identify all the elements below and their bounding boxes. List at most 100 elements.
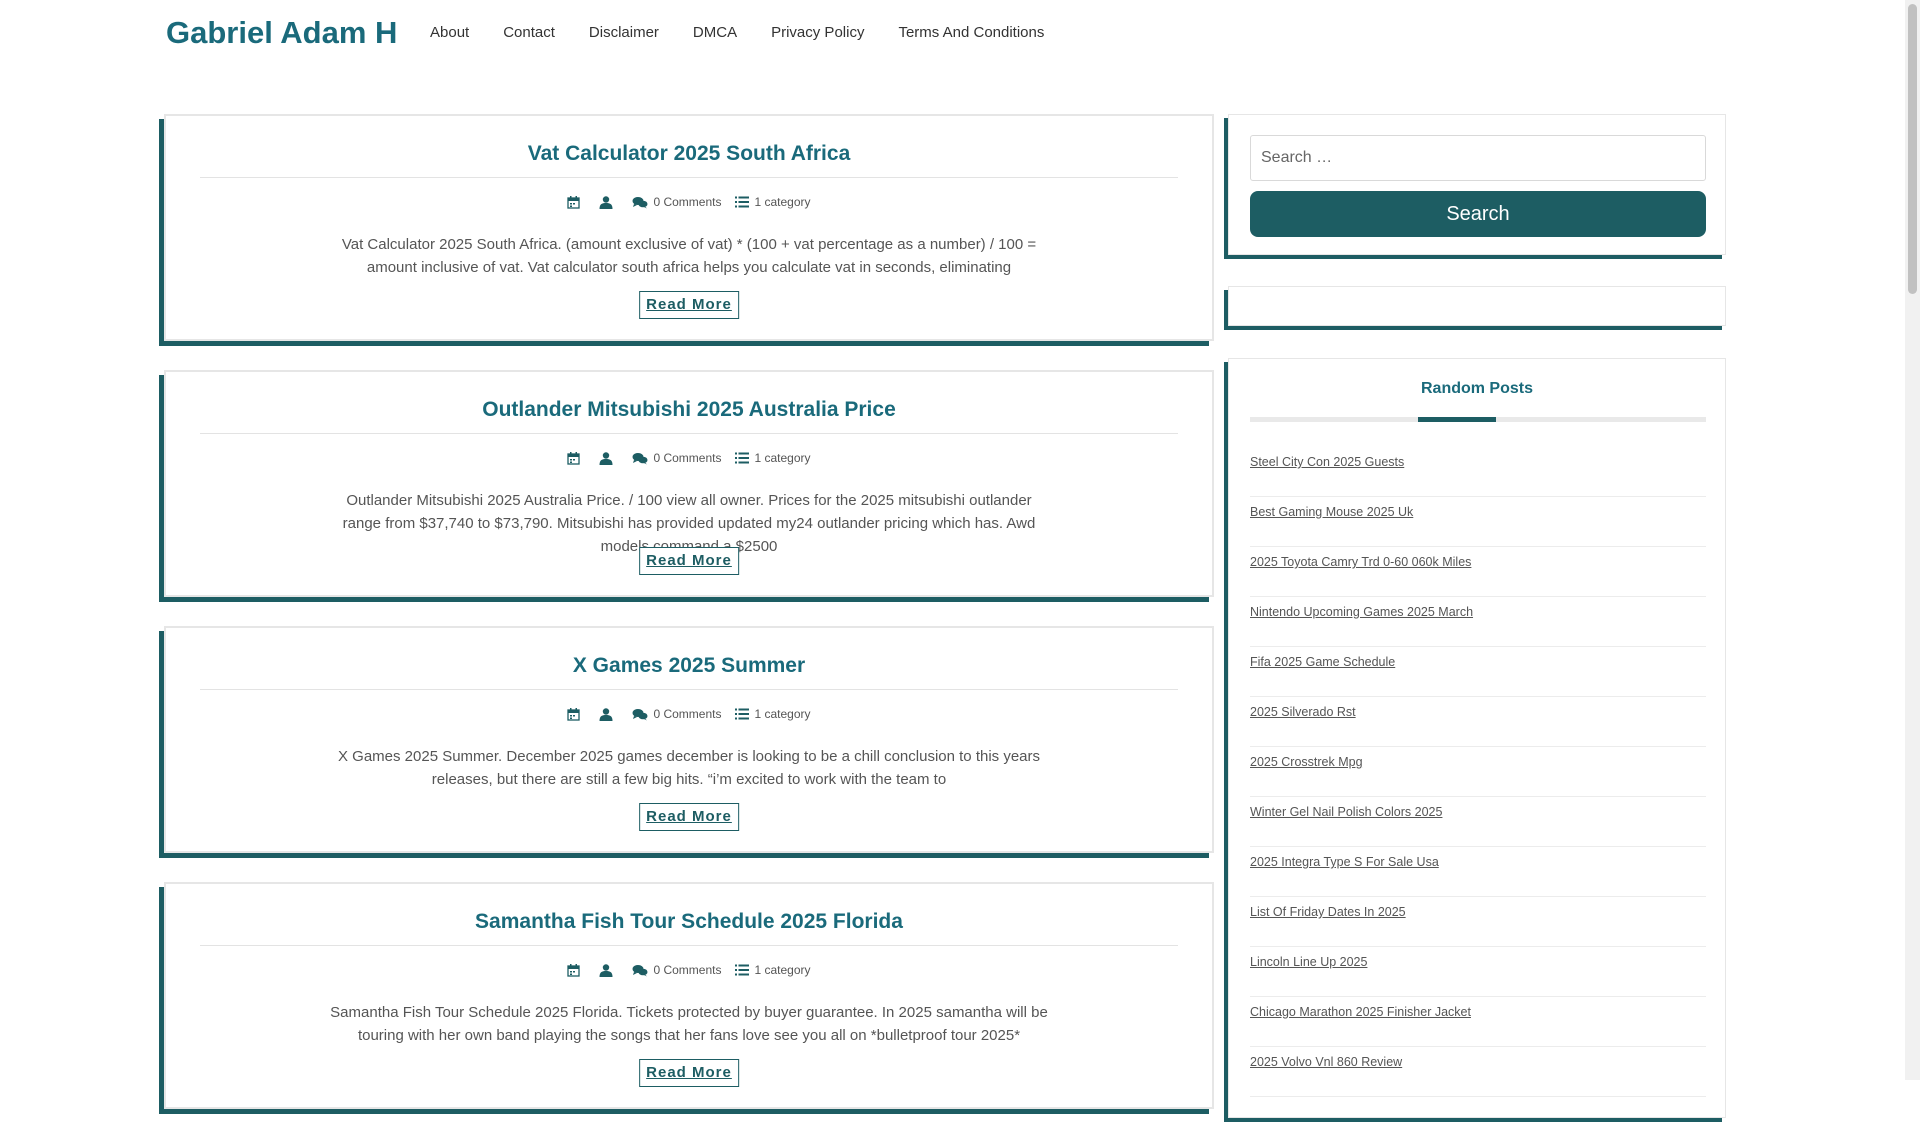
category-label: 1 category: [754, 195, 811, 209]
read-more-button[interactable]: Read More: [639, 1059, 739, 1087]
post-card: Samantha Fish Tour Schedule 2025 Florida…: [164, 882, 1214, 1109]
list-item: 2025 Volvo Vnl 860 Review: [1250, 1047, 1706, 1097]
post-title[interactable]: Outlander Mitsubishi 2025 Australia Pric…: [198, 396, 1180, 424]
list-item: Steel City Con 2025 Guests: [1250, 447, 1706, 497]
random-posts-widget: Random Posts Steel City Con 2025 Guests …: [1228, 358, 1726, 1118]
post-title[interactable]: X Games 2025 Summer: [198, 652, 1180, 680]
user-icon: [599, 451, 613, 465]
random-post-link[interactable]: 2025 Integra Type S For Sale Usa: [1250, 847, 1706, 871]
nav-dmca[interactable]: DMCA: [693, 22, 737, 44]
read-more-button[interactable]: Read More: [639, 291, 739, 319]
list-item: List Of Friday Dates In 2025: [1250, 897, 1706, 947]
post-title[interactable]: Vat Calculator 2025 South Africa: [198, 140, 1180, 168]
post-meta: 0 Comments 1 category: [166, 451, 1212, 465]
random-post-link[interactable]: Winter Gel Nail Polish Colors 2025: [1250, 797, 1706, 821]
list-item: 2025 Integra Type S For Sale Usa: [1250, 847, 1706, 897]
main-nav: About Contact Disclaimer DMCA Privacy Po…: [430, 22, 1078, 44]
comments-count: 0 Comments: [653, 707, 722, 721]
post-comments[interactable]: 0 Comments: [632, 707, 721, 721]
comments-icon: [632, 452, 648, 464]
comments-icon: [632, 196, 648, 208]
list-item: 2025 Toyota Camry Trd 0-60 060k Miles: [1250, 547, 1706, 597]
nav-terms-and-conditions[interactable]: Terms And Conditions: [898, 22, 1044, 44]
post-author[interactable]: [599, 451, 618, 465]
post-category[interactable]: 1 category: [735, 963, 811, 977]
list-item: Winter Gel Nail Polish Colors 2025: [1250, 797, 1706, 847]
post-comments[interactable]: 0 Comments: [632, 195, 721, 209]
comments-icon: [632, 964, 648, 976]
post-list: Vat Calculator 2025 South Africa 0 Comme…: [164, 114, 1214, 1138]
random-post-link[interactable]: 2025 Volvo Vnl 860 Review: [1250, 1047, 1706, 1071]
random-post-link[interactable]: Best Gaming Mouse 2025 Uk: [1250, 497, 1706, 521]
list-icon: [735, 196, 750, 208]
list-icon: [735, 964, 750, 976]
list-item: Lincoln Line Up 2025: [1250, 947, 1706, 997]
random-post-link[interactable]: Nintendo Upcoming Games 2025 March: [1250, 597, 1706, 621]
random-post-link[interactable]: Lincoln Line Up 2025: [1250, 947, 1706, 971]
search-button[interactable]: Search: [1250, 191, 1706, 237]
list-icon: [735, 708, 750, 720]
search-widget: Search: [1228, 114, 1726, 255]
read-more-button[interactable]: Read More: [639, 547, 739, 575]
random-post-link[interactable]: Steel City Con 2025 Guests: [1250, 447, 1706, 471]
post-category[interactable]: 1 category: [735, 195, 811, 209]
post-meta: 0 Comments 1 category: [166, 195, 1212, 209]
scrollbar-thumb[interactable]: [1908, 4, 1917, 294]
post-comments[interactable]: 0 Comments: [632, 963, 721, 977]
list-item: 2025 Silverado Rst: [1250, 697, 1706, 747]
post-comments[interactable]: 0 Comments: [632, 451, 721, 465]
post-divider: [200, 433, 1178, 434]
calendar-icon: [567, 963, 581, 977]
post-card: Vat Calculator 2025 South Africa 0 Comme…: [164, 114, 1214, 341]
random-posts-list: Steel City Con 2025 Guests Best Gaming M…: [1250, 447, 1706, 1097]
post-author[interactable]: [599, 707, 618, 721]
list-icon: [735, 452, 750, 464]
calendar-icon: [567, 451, 581, 465]
site-title[interactable]: Gabriel Adam H: [166, 14, 397, 52]
site-header: Gabriel Adam H About Contact Disclaimer …: [0, 0, 1905, 66]
nav-contact[interactable]: Contact: [503, 22, 555, 44]
empty-widget: [1228, 286, 1726, 326]
comments-count: 0 Comments: [653, 451, 722, 465]
post-category[interactable]: 1 category: [735, 451, 811, 465]
post-date[interactable]: [567, 195, 585, 209]
category-label: 1 category: [754, 707, 811, 721]
random-post-link[interactable]: Fifa 2025 Game Schedule: [1250, 647, 1706, 671]
post-title[interactable]: Samantha Fish Tour Schedule 2025 Florida: [198, 908, 1180, 936]
post-divider: [200, 177, 1178, 178]
list-item: 2025 Crosstrek Mpg: [1250, 747, 1706, 797]
user-icon: [599, 195, 613, 209]
comments-count: 0 Comments: [653, 963, 722, 977]
page-scrollbar[interactable]: [1905, 0, 1920, 1080]
random-post-link[interactable]: 2025 Crosstrek Mpg: [1250, 747, 1706, 771]
list-item: Nintendo Upcoming Games 2025 March: [1250, 597, 1706, 647]
title-underline-accent: [1418, 417, 1496, 422]
nav-disclaimer[interactable]: Disclaimer: [589, 22, 659, 44]
search-input[interactable]: [1250, 135, 1706, 181]
read-more-button[interactable]: Read More: [639, 803, 739, 831]
post-author[interactable]: [599, 963, 618, 977]
post-card: Outlander Mitsubishi 2025 Australia Pric…: [164, 370, 1214, 597]
comments-count: 0 Comments: [653, 195, 722, 209]
list-item: Fifa 2025 Game Schedule: [1250, 647, 1706, 697]
nav-about[interactable]: About: [430, 22, 469, 44]
random-posts-title: Random Posts: [1420, 380, 1533, 397]
random-post-link[interactable]: 2025 Toyota Camry Trd 0-60 060k Miles: [1250, 547, 1706, 571]
random-post-link[interactable]: Chicago Marathon 2025 Finisher Jacket: [1250, 997, 1706, 1021]
post-date[interactable]: [567, 451, 585, 465]
post-author[interactable]: [599, 195, 618, 209]
post-excerpt: X Games 2025 Summer. December 2025 games…: [337, 748, 1041, 788]
post-excerpt: Vat Calculator 2025 South Africa. (amoun…: [341, 236, 1037, 276]
calendar-icon: [567, 707, 581, 721]
post-excerpt: Samantha Fish Tour Schedule 2025 Florida…: [330, 1004, 1048, 1044]
sidebar: Search Random Posts Steel City Con 2025 …: [1228, 114, 1726, 1118]
random-post-link[interactable]: 2025 Silverado Rst: [1250, 697, 1706, 721]
post-category[interactable]: 1 category: [735, 707, 811, 721]
random-post-link[interactable]: List Of Friday Dates In 2025: [1250, 897, 1706, 921]
user-icon: [599, 707, 613, 721]
nav-privacy-policy[interactable]: Privacy Policy: [771, 22, 864, 44]
post-date[interactable]: [567, 963, 585, 977]
post-date[interactable]: [567, 707, 585, 721]
post-divider: [200, 689, 1178, 690]
category-label: 1 category: [754, 451, 811, 465]
